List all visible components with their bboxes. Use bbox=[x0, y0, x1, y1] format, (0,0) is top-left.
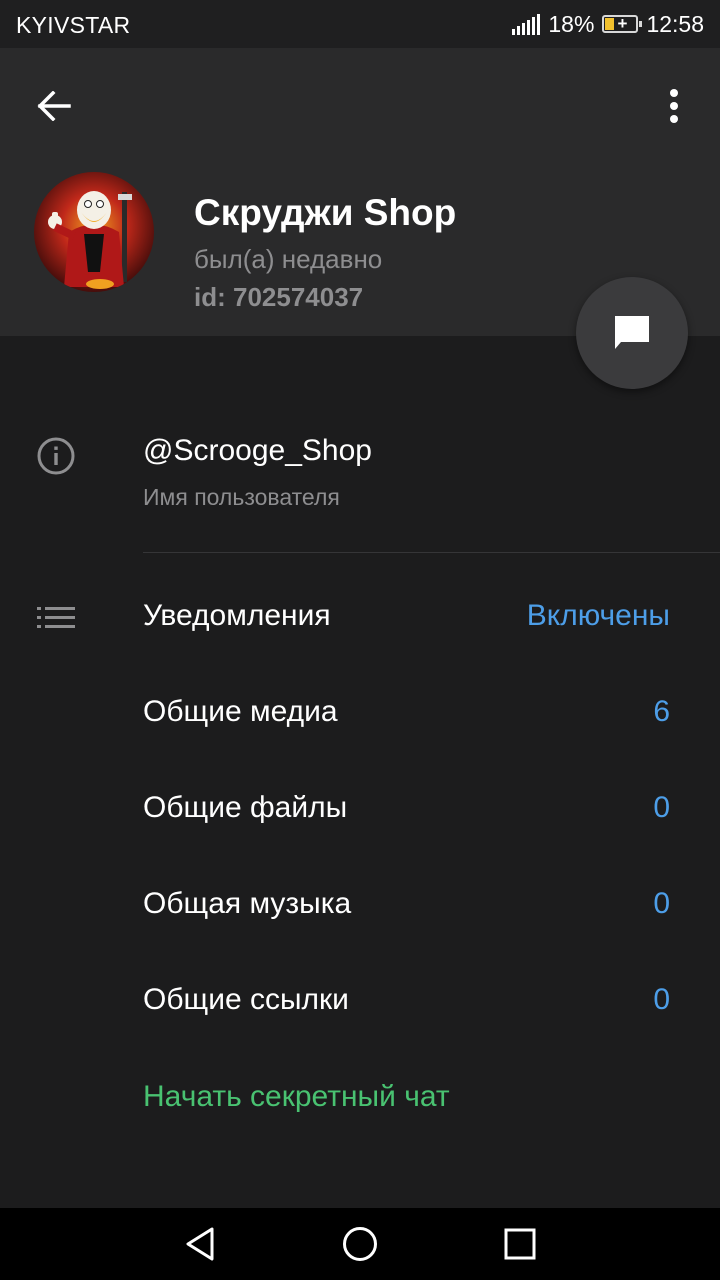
shared-links-label: Общие ссылки bbox=[143, 983, 349, 1016]
profile-name: Скруджи Shop bbox=[194, 192, 457, 233]
user-id: id: 702574037 bbox=[194, 282, 364, 312]
back-button[interactable] bbox=[26, 78, 82, 134]
battery-percent: 18% bbox=[548, 10, 595, 37]
square-recents-icon bbox=[504, 1228, 536, 1260]
arrow-left-icon bbox=[37, 91, 71, 121]
triangle-back-icon bbox=[186, 1227, 214, 1261]
nav-back-button[interactable] bbox=[178, 1222, 222, 1266]
shared-media-label: Общие медиа bbox=[143, 695, 338, 728]
battery-icon: + bbox=[602, 14, 643, 33]
more-options-button[interactable] bbox=[654, 78, 694, 134]
username-label: Имя пользователя bbox=[143, 484, 340, 510]
shared-music-label: Общая музыка bbox=[143, 887, 352, 920]
clock: 12:58 bbox=[646, 10, 704, 37]
system-nav-bar bbox=[0, 1208, 720, 1280]
avatar-image bbox=[34, 172, 154, 292]
more-vertical-icon bbox=[670, 89, 678, 123]
username-value[interactable]: @Scrooge_Shop bbox=[143, 434, 372, 468]
send-message-button[interactable] bbox=[576, 277, 688, 389]
status-icons: 18% + 12:58 bbox=[512, 10, 704, 38]
carrier-label: KYIVSTAR bbox=[16, 12, 131, 38]
start-secret-chat-button[interactable]: Начать секретный чат bbox=[143, 1080, 450, 1114]
shared-files-row[interactable]: Общие файлы 0 bbox=[0, 761, 720, 857]
shared-media-row[interactable]: Общие медиа 6 bbox=[0, 665, 720, 761]
avatar[interactable] bbox=[34, 172, 154, 292]
notifications-value: Включены bbox=[526, 599, 670, 632]
message-icon bbox=[615, 316, 649, 349]
shared-media-count: 6 bbox=[653, 695, 670, 728]
notifications-row[interactable]: Уведомления Включены bbox=[0, 569, 720, 665]
nav-home-button[interactable] bbox=[338, 1222, 382, 1266]
info-icon bbox=[36, 436, 76, 476]
shared-files-count: 0 bbox=[653, 791, 670, 824]
shared-links-count: 0 bbox=[653, 983, 670, 1016]
shared-music-count: 0 bbox=[653, 887, 670, 920]
shared-files-label: Общие файлы bbox=[143, 791, 348, 824]
notifications-label: Уведомления bbox=[143, 599, 331, 632]
signal-icon bbox=[512, 13, 541, 35]
shared-links-row[interactable]: Общие ссылки 0 bbox=[0, 953, 720, 1049]
profile-screen: KYIVSTAR 18% + 12:58 Скруджи Shop был(а)… bbox=[0, 0, 720, 1280]
last-seen-status: был(а) недавно bbox=[194, 244, 383, 274]
shared-music-row[interactable]: Общая музыка 0 bbox=[0, 857, 720, 953]
circle-home-icon bbox=[343, 1227, 377, 1261]
status-bar: KYIVSTAR 18% + 12:58 bbox=[0, 0, 720, 48]
nav-recents-button[interactable] bbox=[498, 1222, 542, 1266]
profile-details: @Scrooge_Shop Имя пользователя Уведомлен… bbox=[0, 336, 720, 1208]
divider bbox=[143, 552, 720, 553]
